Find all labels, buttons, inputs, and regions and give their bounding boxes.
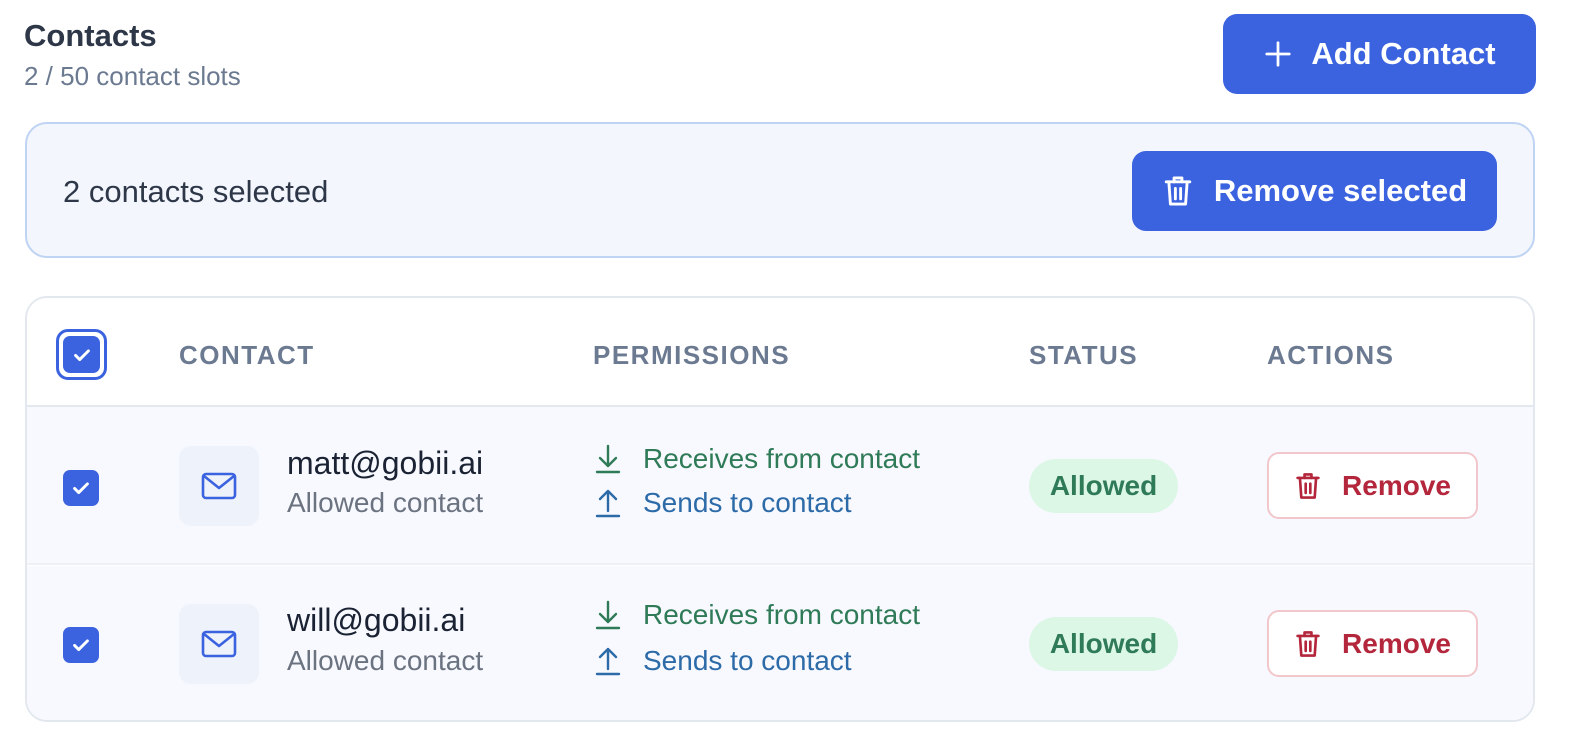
contact-email: matt@gobii.ai [287,445,484,481]
arrow-up-icon [595,489,621,518]
check-icon [73,348,90,361]
table-header: CONTACT PERMISSIONS STATUS ACTIONS [27,298,1533,407]
remove-contact-button[interactable]: Remove [1267,452,1478,519]
page-title: Contacts [24,18,157,53]
permission-receive: Receives from contact [593,599,920,631]
add-contact-button[interactable]: Add Contact [1223,14,1536,94]
arrow-down-icon [595,600,621,630]
selected-count-text: 2 contacts selected [63,174,329,209]
row-checkbox[interactable] [63,470,99,506]
permission-send: Sends to contact [593,645,852,677]
permission-send-label: Sends to contact [643,487,852,518]
column-header-actions: ACTIONS [1267,340,1395,370]
remove-label: Remove [1342,627,1451,659]
arrow-up-icon [595,647,621,676]
column-header-permissions: PERMISSIONS [593,340,791,370]
bulk-selection-bar: 2 contacts selected Remove selected [25,122,1535,258]
mail-icon [201,472,237,500]
remove-contact-button[interactable]: Remove [1267,610,1478,677]
contact-email: will@gobii.ai [287,602,466,638]
remove-selected-button[interactable]: Remove selected [1132,151,1497,231]
trash-icon [1296,472,1320,499]
permission-send: Sends to contact [593,487,852,519]
contact-slots-count: 2 / 50 contact slots [24,61,241,91]
status-badge: Allowed [1029,459,1178,513]
contact-avatar [179,446,259,526]
remove-label: Remove [1342,469,1451,501]
table-row: matt@gobii.ai Allowed contact Receives f… [27,407,1533,565]
contact-type: Allowed contact [287,645,484,676]
plus-icon [1265,41,1291,67]
mail-icon [201,630,237,658]
contacts-table: CONTACT PERMISSIONS STATUS ACTIONS matt@… [25,296,1535,722]
permission-send-label: Sends to contact [643,645,852,676]
select-all-checkbox[interactable] [56,329,107,380]
trash-icon [1296,630,1320,657]
page-header: Contacts 2 / 50 contact slots Add Contac… [24,14,1536,96]
remove-selected-label: Remove selected [1213,173,1468,208]
check-icon [73,639,89,652]
status-badge: Allowed [1029,617,1178,671]
trash-icon [1164,176,1192,206]
permission-receive-label: Receives from contact [643,599,920,630]
table-row: will@gobii.ai Allowed contact Receives f… [27,566,1533,720]
permission-receive-label: Receives from contact [643,443,920,474]
row-checkbox[interactable] [63,627,99,663]
contact-type: Allowed contact [287,487,484,518]
add-contact-label: Add Contact [1311,36,1496,71]
check-icon [73,482,89,495]
column-header-contact: CONTACT [179,340,315,370]
contact-avatar [179,604,259,684]
column-header-status: STATUS [1029,340,1139,370]
arrow-down-icon [595,444,621,474]
permission-receive: Receives from contact [593,443,920,475]
